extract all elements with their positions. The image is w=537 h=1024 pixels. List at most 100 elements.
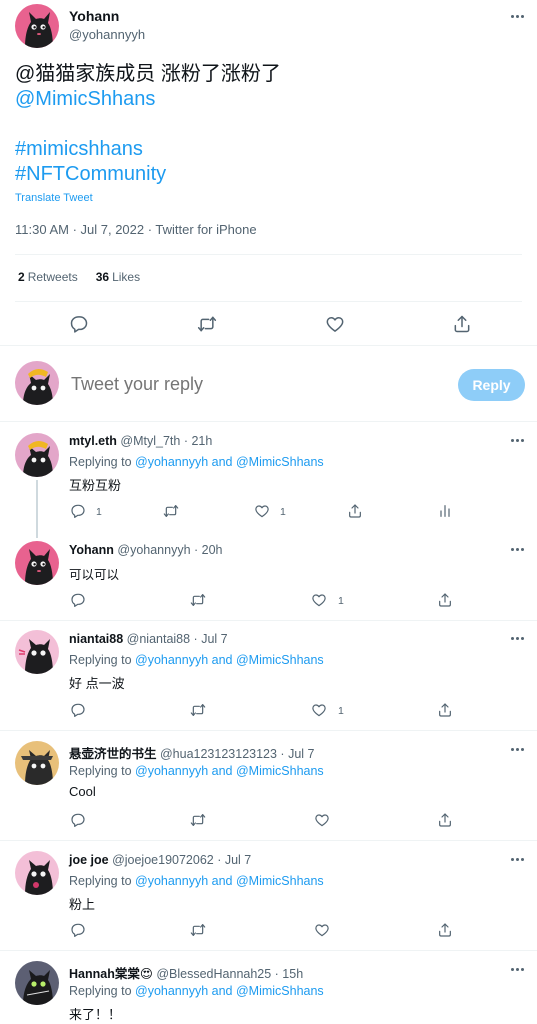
reply-header: Hannah棠棠😍 @BlessedHannah25 · 15h: [69, 963, 303, 982]
hashtag-link[interactable]: #mimicshhans: [15, 137, 525, 162]
reply-header: joe joe @joejoe19072062 · Jul 7: [69, 853, 251, 867]
thread-connector: [36, 480, 38, 538]
author-name[interactable]: Yohann: [69, 8, 119, 24]
tweet-line: @猫猫家族成员 涨粉了涨粉了: [15, 63, 281, 85]
retweet-icon[interactable]: [190, 702, 206, 718]
reply-input[interactable]: [71, 374, 431, 395]
divider: [0, 345, 537, 346]
reply-text: 好 点一波: [69, 676, 125, 691]
reply-avatar[interactable]: [15, 741, 59, 785]
comment-icon[interactable]: [70, 702, 86, 718]
reply-header: 悬壶济世的书生 @hua123123123123 · Jul 7: [69, 743, 314, 762]
more-icon[interactable]: [511, 439, 525, 443]
reply-author-name[interactable]: joe joe: [69, 853, 109, 867]
share-icon[interactable]: [452, 314, 472, 334]
heart-icon[interactable]: [314, 922, 330, 938]
more-icon[interactable]: [511, 748, 525, 752]
tweet-text: @猫猫家族成员 涨粉了涨粉了 @MimicShhans #mimicshhans…: [15, 62, 525, 187]
reply-avatar[interactable]: [15, 541, 59, 585]
heart-icon[interactable]: [314, 812, 330, 828]
more-icon[interactable]: [511, 968, 525, 972]
reply-author-name[interactable]: 悬壶济世的书生: [69, 747, 157, 761]
like-count: 1: [338, 705, 344, 717]
replying-to-links[interactable]: @yohannyyh and @MimicShhans: [135, 653, 324, 667]
current-user-avatar[interactable]: [15, 361, 59, 405]
divider: [15, 301, 522, 302]
reply-header: niantai88 @niantai88 · Jul 7: [69, 632, 228, 646]
reply-count: 1: [96, 506, 102, 518]
share-icon[interactable]: [437, 592, 453, 608]
more-icon[interactable]: [511, 858, 525, 862]
divider: [0, 950, 537, 951]
hashtag-link[interactable]: #NFTCommunity: [15, 162, 525, 187]
author-avatar[interactable]: [15, 4, 59, 48]
more-icon[interactable]: [511, 548, 525, 552]
reply-button[interactable]: Reply: [458, 369, 525, 401]
reply-meta: @joejoe19072062 · Jul 7: [108, 853, 252, 867]
comment-icon[interactable]: [70, 922, 86, 938]
heart-icon[interactable]: [325, 314, 345, 334]
mention-link[interactable]: @MimicShhans: [15, 87, 525, 112]
reply-avatar[interactable]: [15, 961, 59, 1005]
divider: [15, 254, 522, 255]
reply-avatar[interactable]: [15, 630, 59, 674]
replying-to: Replying to @yohannyyh and @MimicShhans: [69, 984, 324, 998]
comment-icon[interactable]: [69, 314, 89, 334]
divider: [0, 421, 537, 422]
retweet-icon[interactable]: [163, 503, 179, 519]
reply-author-name[interactable]: niantai88: [69, 632, 123, 646]
heart-icon[interactable]: [311, 702, 327, 718]
replying-to: Replying to @yohannyyh and @MimicShhans: [69, 764, 324, 778]
reply-author-name[interactable]: mtyl.eth: [69, 434, 117, 448]
reply-text: 互粉互粉: [69, 478, 122, 493]
reply-header: mtyl.eth @Mtyl_7th · 21h: [69, 434, 212, 448]
divider: [0, 840, 537, 841]
replying-to-links[interactable]: @yohannyyh and @MimicShhans: [135, 984, 324, 998]
reply-text: Cool: [69, 784, 96, 799]
reply-avatar[interactable]: [15, 433, 59, 477]
more-icon[interactable]: [511, 637, 525, 641]
comment-icon[interactable]: [70, 812, 86, 828]
replying-to-links[interactable]: @yohannyyh and @MimicShhans: [135, 764, 324, 778]
reply-meta: @BlessedHannah25 · 15h: [152, 967, 304, 981]
comment-icon[interactable]: [70, 503, 86, 519]
tweet-stats: 2 Retweets 36 Likes: [18, 270, 140, 284]
more-icon[interactable]: [511, 15, 525, 19]
retweet-icon[interactable]: [190, 592, 206, 608]
retweet-icon[interactable]: [197, 314, 217, 334]
replying-to-links[interactable]: @yohannyyh and @MimicShhans: [135, 455, 324, 469]
reply-meta: @hua123123123123 · Jul 7: [156, 747, 315, 761]
replying-to: Replying to @yohannyyh and @MimicShhans: [69, 455, 324, 469]
comment-icon[interactable]: [70, 592, 86, 608]
analytics-icon[interactable]: [437, 503, 453, 519]
share-icon[interactable]: [437, 922, 453, 938]
reply-meta: @niantai88 · Jul 7: [123, 632, 228, 646]
replying-to: Replying to @yohannyyh and @MimicShhans: [69, 874, 324, 888]
author-handle[interactable]: @yohannyyh: [69, 27, 145, 42]
reply-author-name[interactable]: Hannah棠棠😍: [69, 967, 153, 981]
reply-text: 粉上: [69, 897, 96, 912]
share-icon[interactable]: [437, 812, 453, 828]
heart-icon[interactable]: [311, 592, 327, 608]
reply-author-name[interactable]: Yohann: [69, 543, 114, 557]
like-count: 1: [280, 506, 286, 518]
reply-header: Yohann @yohannyyh · 20h: [69, 543, 223, 557]
like-count: 1: [338, 595, 344, 607]
divider: [0, 620, 537, 621]
replying-to: Replying to @yohannyyh and @MimicShhans: [69, 653, 324, 667]
share-icon[interactable]: [437, 702, 453, 718]
retweet-icon[interactable]: [190, 812, 206, 828]
reply-avatar[interactable]: [15, 851, 59, 895]
reply-meta: @Mtyl_7th · 21h: [116, 434, 213, 448]
tweet-timestamp[interactable]: 11:30 AM · Jul 7, 2022 · Twitter for iPh…: [15, 222, 257, 237]
retweets-stat[interactable]: 2 Retweets: [18, 270, 78, 284]
translate-tweet-link[interactable]: Translate Tweet: [15, 192, 93, 204]
share-icon[interactable]: [347, 503, 363, 519]
heart-icon[interactable]: [254, 503, 270, 519]
retweet-icon[interactable]: [190, 922, 206, 938]
reply-text: 来了！！: [69, 1007, 122, 1022]
replying-to-links[interactable]: @yohannyyh and @MimicShhans: [135, 874, 324, 888]
likes-stat[interactable]: 36 Likes: [96, 270, 140, 284]
divider: [0, 730, 537, 731]
